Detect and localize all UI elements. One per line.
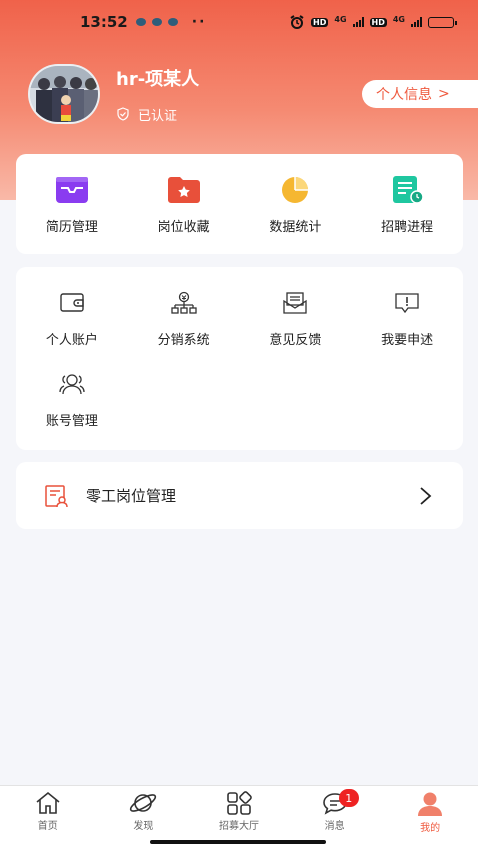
tab-label: 我的 — [420, 823, 441, 834]
verified-status: 已认证 — [116, 105, 199, 124]
tab-label: 首页 — [37, 821, 58, 832]
profile-header: hr-项某人 已认证 — [28, 64, 199, 124]
profile-icon — [418, 792, 443, 816]
service-feedback[interactable]: 意见反馈 — [240, 289, 352, 348]
notification-dot-icon — [167, 18, 178, 26]
avatar[interactable] — [28, 64, 100, 124]
service-label: 个人账户 — [45, 333, 98, 348]
status-time: 13:52 — [80, 13, 128, 31]
avatar-image — [30, 66, 98, 122]
distribution-icon — [170, 291, 197, 314]
notification-dot-icon — [135, 18, 146, 26]
planet-icon — [130, 794, 157, 812]
certificate-user-icon — [45, 484, 68, 507]
quick-actions-card: 简历管理 岗位收藏 数据统计 招聘进程 — [16, 154, 463, 254]
network-label: 4G — [334, 15, 347, 24]
service-distribution[interactable]: 分销系统 — [128, 289, 240, 348]
status-right: HD 4G HD 4G — [289, 15, 457, 29]
quick-action-favorites[interactable]: 岗位收藏 — [128, 154, 240, 235]
status-bar: 13:52 ·· HD 4G HD 4G — [0, 0, 478, 44]
status-more: ·· — [191, 14, 207, 30]
hd-icon: HD — [369, 17, 387, 27]
network-label: 4G — [392, 15, 405, 24]
alarm-icon — [290, 15, 304, 29]
wallet-icon — [60, 293, 84, 312]
quick-action-label: 简历管理 — [45, 220, 98, 235]
quick-action-label: 岗位收藏 — [157, 220, 210, 235]
service-label: 分销系统 — [157, 333, 210, 348]
home-indicator — [150, 840, 326, 844]
verified-label: 已认证 — [138, 108, 178, 124]
pie-chart-icon — [282, 177, 309, 203]
chevron-right-icon — [420, 486, 432, 505]
gig-management-label: 零工岗位管理 — [86, 487, 177, 505]
tab-home[interactable]: 首页 — [0, 786, 96, 850]
service-label: 我要申述 — [381, 333, 434, 348]
alert-message-icon — [395, 293, 419, 314]
tab-label: 招募大厅 — [218, 821, 259, 832]
chevron-right-icon: > — [438, 86, 450, 102]
battery-icon — [428, 16, 457, 28]
grid-icon — [227, 791, 252, 815]
personal-info-button[interactable]: 个人信息 > — [362, 80, 478, 108]
users-icon — [59, 374, 85, 395]
shield-check-icon — [117, 107, 129, 121]
quick-action-progress[interactable]: 招聘进程 — [351, 154, 463, 235]
unread-badge: 1 — [338, 789, 359, 807]
quick-action-label: 数据统计 — [269, 220, 322, 235]
quick-action-resume[interactable]: 简历管理 — [16, 154, 128, 235]
star-folder-icon — [167, 177, 200, 203]
notification-dot-icon — [151, 18, 162, 26]
service-label: 账号管理 — [45, 414, 98, 429]
tab-label: 消息 — [324, 821, 345, 832]
service-appeal[interactable]: 我要申述 — [351, 289, 463, 348]
tab-label: 发现 — [133, 821, 154, 832]
service-label: 意见反馈 — [269, 333, 322, 348]
personal-info-label: 个人信息 — [376, 87, 432, 103]
document-clock-icon — [393, 176, 424, 204]
hd-icon: HD — [311, 17, 329, 27]
quick-action-label: 招聘进程 — [381, 220, 434, 235]
tab-mine[interactable]: 我的 — [382, 786, 478, 850]
inbox-icon — [55, 177, 88, 203]
notification-icons — [135, 18, 178, 26]
signal-icon — [411, 17, 422, 27]
home-icon — [36, 791, 60, 814]
services-card: 个人账户 分销系统 意见反馈 我要申述 账号管理 — [16, 267, 463, 450]
service-personal-account[interactable]: 个人账户 — [16, 289, 128, 348]
feedback-mail-icon — [283, 292, 308, 314]
quick-action-statistics[interactable]: 数据统计 — [240, 154, 352, 235]
gig-management-row[interactable]: 零工岗位管理 — [16, 462, 463, 529]
user-name: hr-项某人 — [116, 68, 200, 90]
signal-icon — [352, 17, 364, 27]
service-account-management[interactable]: 账号管理 — [16, 370, 128, 429]
